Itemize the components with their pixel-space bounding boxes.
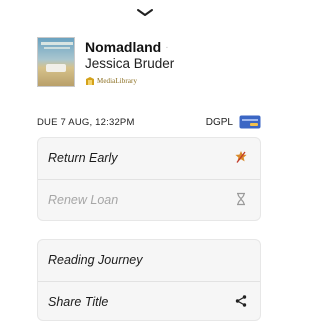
book-title: Nomadland — [85, 39, 162, 55]
share-title-label: Share Title — [48, 295, 109, 309]
title-separator: · — [165, 42, 169, 53]
return-early-label: Return Early — [48, 151, 118, 165]
due-date: DUE 7 AUG, 12:32PM — [37, 117, 135, 128]
book-header: Nomadland · Jessica Bruder MediaLibrary — [37, 37, 277, 97]
reading-journey-label: Reading Journey — [48, 253, 143, 267]
library-code: DGPL — [205, 117, 233, 128]
title-actions-card: Reading Journey Share Title — [37, 239, 261, 321]
reading-journey-button[interactable]: Reading Journey — [38, 240, 260, 280]
share-icon — [235, 295, 247, 307]
return-early-button[interactable]: Return Early — [38, 138, 260, 178]
media-library-logo-icon — [86, 77, 94, 85]
library-card-icon — [239, 115, 261, 129]
collapse-chevron-icon[interactable] — [136, 8, 154, 18]
renew-loan-button[interactable]: Renew Loan — [38, 180, 260, 220]
book-title-line: Nomadland · — [85, 39, 169, 55]
renew-loan-label: Renew Loan — [48, 193, 119, 207]
loan-actions-card: Return Early Renew Loan — [37, 137, 261, 221]
book-author: Jessica Bruder — [85, 56, 175, 71]
share-title-button[interactable]: Share Title — [38, 282, 260, 322]
book-cover[interactable] — [37, 37, 75, 87]
source-brand-text: MediaLibrary — [97, 77, 138, 85]
loan-due-row: DUE 7 AUG, 12:32PM DGPL — [37, 115, 261, 131]
source-brand: MediaLibrary — [85, 75, 137, 87]
return-early-icon — [235, 151, 247, 163]
hourglass-icon — [237, 192, 245, 206]
